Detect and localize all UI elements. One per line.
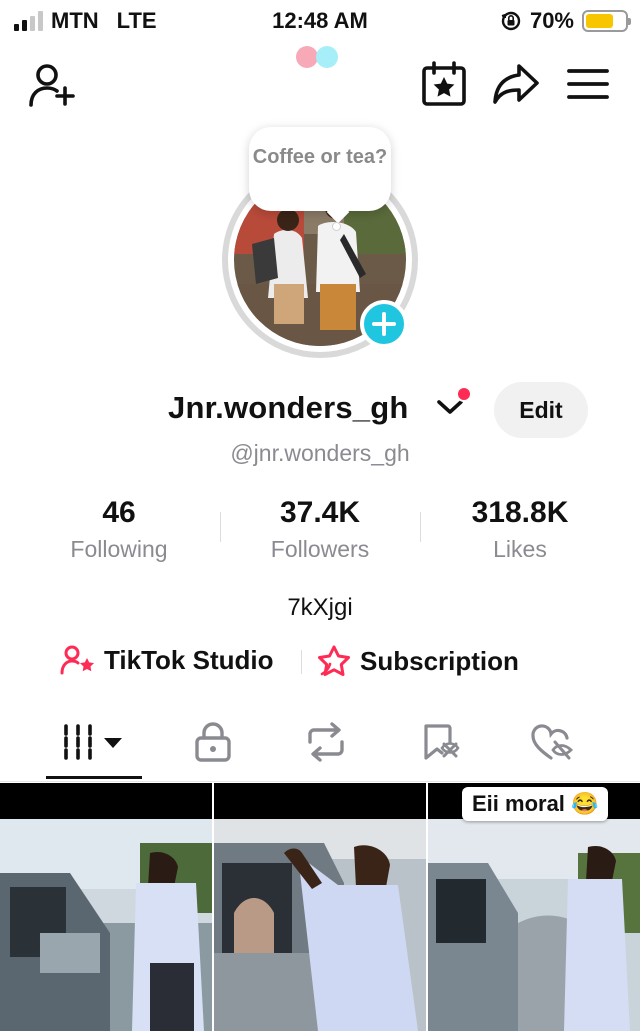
menu-icon [567, 69, 609, 99]
following-label: Following [70, 536, 168, 562]
status-bar: MTN LTE 12:48 AM 70% [0, 0, 640, 40]
likes-count: 318.8K [471, 496, 569, 529]
status-right: 70% [500, 8, 631, 34]
subscription-star-icon [318, 645, 350, 676]
bio-text: 7kXjgi [287, 594, 353, 621]
profile-links: TikTok Studio Subscription [0, 644, 640, 678]
share-profile-button[interactable] [490, 60, 542, 108]
lock-icon [195, 722, 231, 762]
stat-likes[interactable]: 318.8K Likes [420, 496, 620, 563]
share-icon [493, 64, 539, 104]
avatar-note-bubble[interactable]: Coffee or tea? [249, 127, 391, 211]
rotation-lock-icon [501, 11, 521, 31]
video-thumbnail[interactable] [0, 783, 212, 1031]
pink-dot [296, 46, 318, 68]
tab-private[interactable] [153, 712, 273, 772]
video-2-image [214, 783, 426, 1031]
video-grid: Eii moral 😂 [0, 783, 640, 1031]
calendar-star-icon [422, 61, 466, 106]
video-overlay-caption: Eii moral 😂 [462, 787, 609, 821]
following-count: 46 [102, 496, 136, 529]
links-divider [301, 650, 302, 674]
stat-followers[interactable]: 37.4K Followers [220, 496, 420, 563]
battery-fill [586, 14, 613, 28]
active-tab-indicator [46, 776, 142, 779]
tiktok-studio-label: TikTok Studio [104, 644, 274, 675]
account-switch-chevron[interactable] [436, 398, 464, 421]
creator-calendar-button[interactable] [420, 60, 468, 108]
subscription-link[interactable]: Subscription [316, 644, 519, 678]
notification-dot [456, 386, 472, 402]
cyan-dot [316, 46, 338, 68]
likes-label: Likes [493, 536, 547, 562]
video-1-image [0, 783, 212, 1031]
avatar-note-text: Coffee or tea? [252, 146, 388, 168]
account-switch-dots[interactable] [296, 46, 338, 68]
repost-icon [308, 722, 344, 762]
display-name: Jnr.wonders_gh [168, 390, 409, 425]
tab-videos[interactable] [34, 712, 154, 772]
tab-reposts[interactable] [266, 712, 386, 772]
edit-profile-button[interactable]: Edit [494, 382, 588, 438]
profile-tabs [0, 712, 640, 782]
liked-icon [531, 724, 573, 760]
add-story-button[interactable] [360, 300, 408, 348]
subscription-label: Subscription [360, 645, 519, 676]
video-thumbnail[interactable]: Eii moral 😂 [428, 783, 640, 1031]
bubble-dot [332, 222, 341, 231]
stat-following[interactable]: 46 Following [19, 496, 219, 563]
tab-liked[interactable] [492, 712, 612, 772]
tiktok-studio-link[interactable]: TikTok Studio [60, 644, 273, 676]
battery-icon [582, 10, 631, 32]
tabs-divider [0, 781, 640, 782]
followers-count: 37.4K [279, 496, 361, 529]
studio-person-star-icon [60, 645, 94, 675]
plus-icon [372, 312, 396, 336]
add-friend-button[interactable] [26, 60, 80, 110]
videos-grid-icon [64, 724, 122, 760]
followers-label: Followers [270, 536, 370, 562]
tab-favorites[interactable] [380, 712, 500, 772]
username-handle: @jnr.wonders_gh [230, 440, 410, 466]
battery-percent: 70% [529, 8, 574, 33]
bookmark-icon [424, 724, 460, 760]
add-friend-icon [29, 64, 75, 107]
menu-button[interactable] [566, 64, 610, 104]
video-thumbnail[interactable] [214, 783, 426, 1031]
